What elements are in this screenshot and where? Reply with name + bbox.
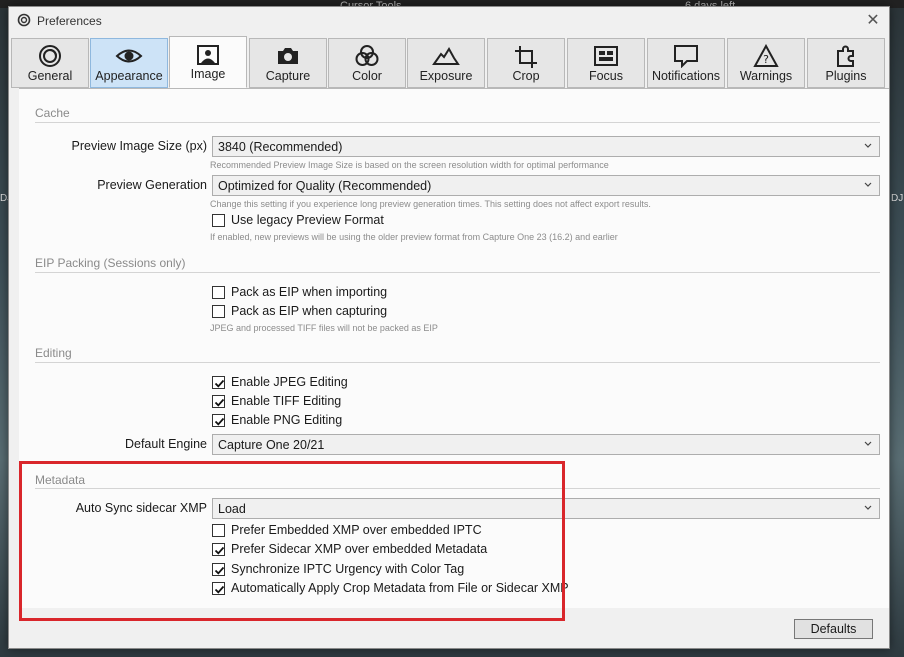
capture-one-app-icon [17, 13, 31, 27]
checkbox-box [212, 563, 225, 576]
eye-icon [91, 44, 167, 68]
tab-notifications[interactable]: Notifications [647, 38, 725, 88]
checkbox-label: Prefer Sidecar XMP over embedded Metadat… [231, 542, 488, 556]
checkmark-icon [214, 585, 225, 594]
chevron-down-icon [863, 179, 873, 191]
window-title: Preferences [37, 14, 102, 28]
tab-label: Image [190, 67, 226, 81]
exposure-icon [408, 44, 484, 68]
tab-label: Appearance [95, 69, 163, 83]
preview-generation-value: Optimized for Quality (Recommended) [218, 179, 432, 193]
checkmark-icon [214, 546, 225, 555]
checkbox-label: Pack as EIP when importing [231, 285, 388, 299]
tab-label: Exposure [419, 69, 473, 83]
image-preferences-panel: Cache Preview Image Size (px) 3840 (Reco… [19, 88, 889, 608]
tab-appearance[interactable]: Appearance [90, 38, 168, 88]
tab-exposure[interactable]: Exposure [407, 38, 485, 88]
default-engine-value: Capture One 20/21 [218, 438, 325, 452]
preview-generation-hint: Change this setting if you experience lo… [210, 199, 651, 209]
tab-warnings[interactable]: ? Warnings [727, 38, 805, 88]
section-divider [35, 122, 880, 123]
eip-hint: JPEG and processed TIFF files will not b… [210, 323, 438, 333]
crop-icon [488, 44, 564, 68]
auto-sync-value: Load [218, 502, 246, 516]
checkbox-label: Pack as EIP when capturing [231, 304, 388, 318]
tab-label: General [27, 69, 73, 83]
tab-general[interactable]: General [11, 38, 89, 88]
section-divider [35, 488, 880, 489]
checkbox-label: Use legacy Preview Format [231, 213, 384, 227]
preview-size-select[interactable]: 3840 (Recommended) [212, 136, 880, 157]
focus-icon [568, 44, 644, 68]
tab-image[interactable]: Image [169, 36, 247, 88]
checkbox-label: Prefer Embedded XMP over embedded IPTC [231, 523, 482, 537]
checkbox-box [212, 376, 225, 389]
general-icon [12, 44, 88, 68]
section-title-cache: Cache [35, 106, 70, 120]
tab-label: Focus [588, 69, 624, 83]
notification-bubble-icon [648, 44, 724, 68]
chevron-down-icon [863, 140, 873, 152]
title-bar: Preferences ✕ [9, 7, 889, 35]
defaults-button[interactable]: Defaults [794, 619, 873, 639]
tab-label: Crop [512, 69, 540, 83]
section-title-editing: Editing [35, 346, 72, 360]
section-title-eip: EIP Packing (Sessions only) [35, 256, 186, 270]
tab-plugins[interactable]: Plugins [807, 38, 885, 88]
close-button[interactable]: ✕ [863, 11, 883, 31]
preferences-dialog: Preferences ✕ General Appearance Image C… [8, 6, 890, 649]
warning-triangle-icon: ? [728, 44, 804, 68]
checkmark-icon [214, 417, 225, 426]
checkbox-label: Automatically Apply Crop Metadata from F… [231, 581, 569, 595]
tab-label: Plugins [825, 69, 867, 83]
tab-label: Capture [265, 69, 311, 83]
tab-label: Warnings [739, 69, 793, 83]
background-edge-text-right: DJ [891, 193, 904, 204]
checkbox-box [212, 582, 225, 595]
checkmark-icon [214, 566, 225, 575]
checkmark-icon [214, 379, 225, 388]
camera-icon [250, 44, 326, 68]
section-title-metadata: Metadata [35, 473, 86, 487]
tab-crop[interactable]: Crop [487, 38, 565, 88]
chevron-down-icon [863, 502, 873, 514]
checkbox-label: Enable PNG Editing [231, 413, 343, 427]
preview-generation-label: Preview Generation [97, 178, 207, 192]
checkbox-box [212, 286, 225, 299]
tab-capture[interactable]: Capture [249, 38, 327, 88]
auto-sync-label: Auto Sync sidecar XMP [75, 501, 207, 515]
image-icon [170, 44, 246, 68]
preview-generation-select[interactable]: Optimized for Quality (Recommended) [212, 175, 880, 196]
tab-color[interactable]: Color [328, 38, 406, 88]
puzzle-icon [808, 44, 884, 68]
checkbox-box [212, 414, 225, 427]
section-divider [35, 272, 880, 273]
chevron-down-icon [863, 438, 873, 450]
checkbox-label: Enable TIFF Editing [231, 394, 342, 408]
default-engine-select[interactable]: Capture One 20/21 [212, 434, 880, 455]
legacy-preview-hint: If enabled, new previews will be using t… [210, 232, 618, 242]
svg-text:?: ? [763, 53, 769, 66]
preview-size-value: 3840 (Recommended) [218, 140, 343, 154]
checkmark-icon [214, 398, 225, 407]
checkbox-box [212, 543, 225, 556]
checkbox-label: Synchronize IPTC Urgency with Color Tag [231, 562, 465, 576]
tab-focus[interactable]: Focus [567, 38, 645, 88]
section-divider [35, 362, 880, 363]
checkbox-box [212, 305, 225, 318]
color-circles-icon [329, 44, 405, 68]
default-engine-label: Default Engine [124, 437, 207, 451]
checkbox-box [212, 214, 225, 227]
checkbox-label: Enable JPEG Editing [231, 375, 348, 389]
auto-sync-select[interactable]: Load [212, 498, 880, 519]
preview-size-hint: Recommended Preview Image Size is based … [210, 160, 609, 170]
tab-label: Notifications [651, 69, 721, 83]
checkbox-box [212, 524, 225, 537]
tab-label: Color [352, 69, 382, 83]
checkbox-box [212, 395, 225, 408]
preview-size-label: Preview Image Size (px) [71, 139, 207, 153]
